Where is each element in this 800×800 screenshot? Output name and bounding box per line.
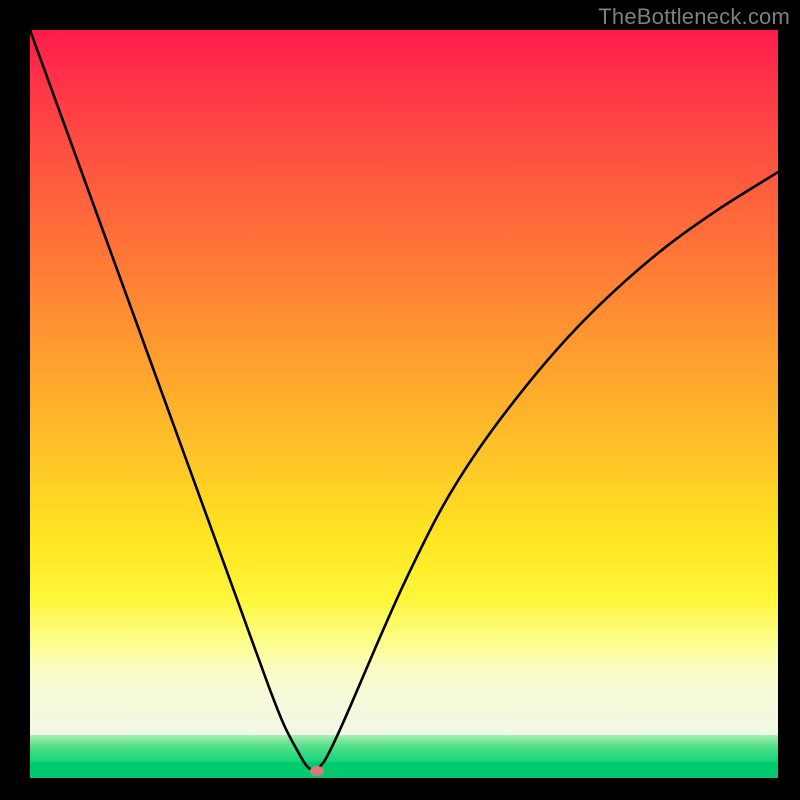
watermark-text: TheBottleneck.com	[598, 4, 790, 30]
optimum-marker	[310, 766, 324, 776]
chart-root: TheBottleneck.com	[0, 0, 800, 800]
plot-area	[30, 30, 778, 778]
curve-svg	[30, 30, 778, 778]
bottleneck-curve-path	[30, 30, 778, 770]
